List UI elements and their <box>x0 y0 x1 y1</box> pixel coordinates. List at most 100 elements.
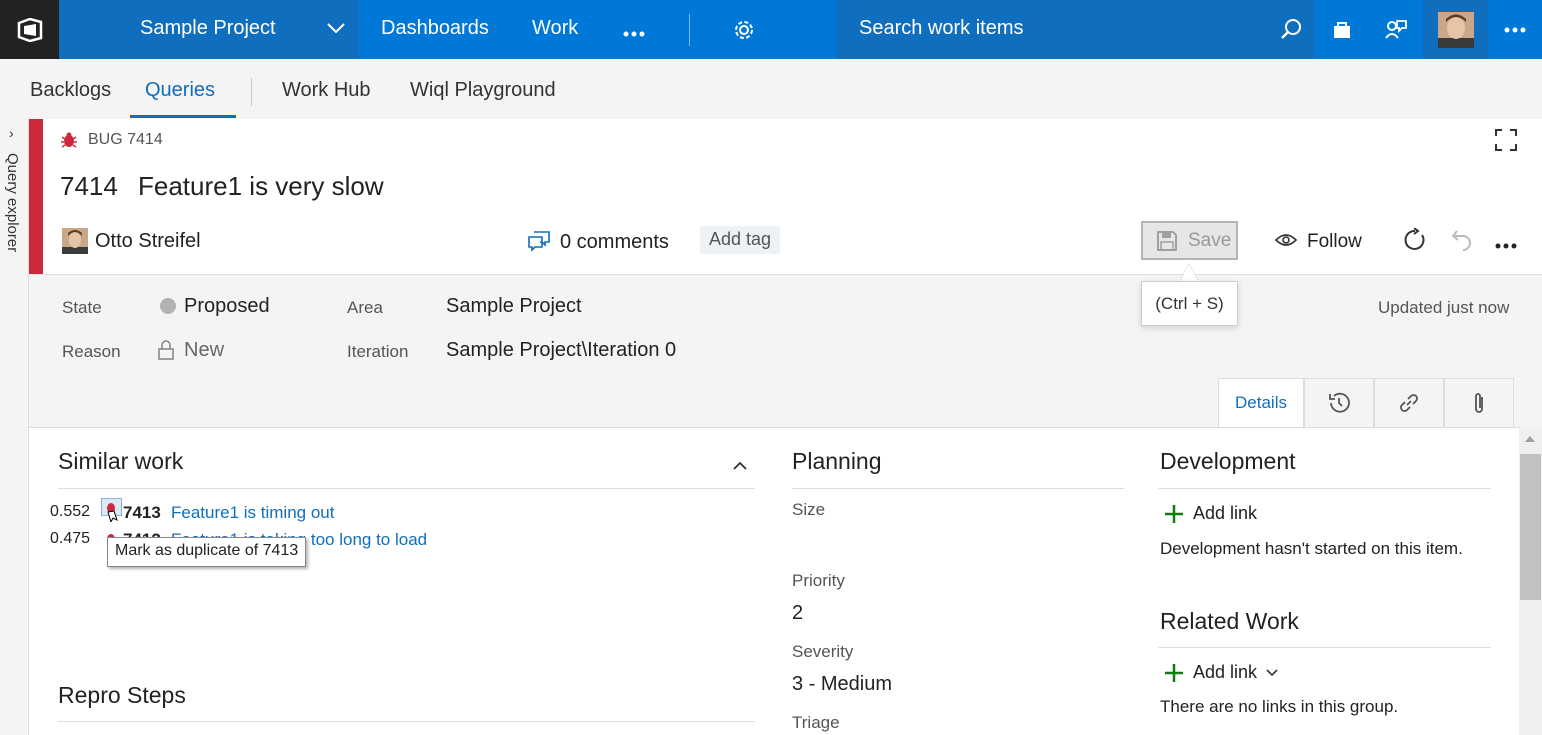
scroll-thumb[interactable] <box>1520 454 1541 600</box>
nav-work[interactable]: Work <box>532 17 578 40</box>
lock-icon <box>157 340 175 365</box>
user-avatar[interactable] <box>1423 0 1488 59</box>
duplicate-button-icon[interactable] <box>101 498 123 527</box>
area-label: Area <box>347 298 383 317</box>
more-actions-icon[interactable] <box>1495 236 1517 254</box>
link-icon <box>1400 394 1418 412</box>
undo-icon[interactable] <box>1451 228 1473 257</box>
vertical-scrollbar[interactable] <box>1519 427 1542 735</box>
save-button[interactable]: Save <box>1141 221 1238 260</box>
query-explorer-label[interactable]: Query explorer <box>4 153 21 252</box>
planning-rule <box>792 488 1124 489</box>
related-work-note: There are no links in this group. <box>1160 697 1399 716</box>
similar-work-rule <box>58 488 755 489</box>
tab-attachments[interactable] <box>1444 378 1514 427</box>
repro-steps-title: Repro Steps <box>58 682 186 708</box>
tab-details[interactable]: Details <box>1218 378 1304 427</box>
similarity-score: 0.475 <box>50 530 91 547</box>
development-rule <box>1158 488 1491 489</box>
size-label: Size <box>792 500 826 519</box>
gear-icon[interactable] <box>733 19 755 47</box>
size-field[interactable] <box>792 526 1124 558</box>
project-selector[interactable]: Sample Project <box>59 0 359 59</box>
iteration-field[interactable]: Sample Project\Iteration 0 <box>446 339 676 362</box>
feedback-icon[interactable] <box>1369 0 1423 59</box>
chevron-right-icon[interactable]: › <box>9 125 14 141</box>
collapse-chevron-icon[interactable] <box>733 458 747 476</box>
priority-field[interactable]: 2 <box>792 602 803 625</box>
add-related-link-button[interactable]: Add link <box>1164 662 1278 683</box>
comments-icon[interactable] <box>527 230 551 257</box>
tab-links[interactable] <box>1374 378 1444 427</box>
chevron-down-icon <box>1266 668 1278 676</box>
triage-label: Triage <box>792 713 840 732</box>
tab-history[interactable] <box>1304 378 1374 427</box>
save-tooltip-arrow <box>1180 264 1198 281</box>
nav-divider <box>689 14 690 46</box>
vsts-logo-icon[interactable] <box>0 0 59 59</box>
tab-queries[interactable]: Queries <box>145 79 215 102</box>
top-bar: Sample Project Dashboards Work Search wo… <box>0 0 1542 59</box>
related-work-rule <box>1158 647 1491 648</box>
sub-navigation: Backlogs Queries Work Hub Wiql Playgroun… <box>0 59 1542 119</box>
save-icon <box>1157 230 1177 251</box>
more-options-icon[interactable] <box>1488 0 1542 59</box>
priority-label: Priority <box>792 571 845 590</box>
state-field[interactable]: Proposed <box>184 295 270 318</box>
subnav-divider <box>251 78 252 106</box>
reason-field: New <box>184 339 225 361</box>
repro-steps-rule <box>58 721 755 722</box>
search-icon[interactable] <box>1280 18 1302 45</box>
active-tab-indicator <box>130 115 236 118</box>
work-item-type-stripe <box>29 119 43 274</box>
nav-dashboards[interactable]: Dashboards <box>381 17 489 40</box>
work-item-type-label: BUG 7414 <box>88 131 163 148</box>
severity-label: Severity <box>792 642 854 661</box>
severity-field[interactable]: 3 - Medium <box>792 673 892 696</box>
comments-count[interactable]: 0 comments <box>560 231 669 254</box>
similar-work-title: Similar work <box>58 448 184 474</box>
fullscreen-icon[interactable] <box>1494 128 1518 157</box>
chevron-down-icon <box>327 21 345 39</box>
state-label: State <box>62 298 102 317</box>
eye-icon[interactable] <box>1274 232 1298 253</box>
add-link-label: Add link <box>1193 503 1258 523</box>
area-field[interactable]: Sample Project <box>446 295 582 318</box>
development-title: Development <box>1160 448 1296 474</box>
plus-icon <box>1165 663 1183 682</box>
follow-button[interactable]: Follow <box>1307 231 1362 253</box>
duplicate-tooltip: Mark as duplicate of 7413 <box>107 537 307 567</box>
iteration-label: Iteration <box>347 342 409 361</box>
add-tag-button[interactable]: Add tag <box>700 226 781 254</box>
updated-status: Updated just now <box>1378 298 1510 317</box>
save-label: Save <box>1188 229 1232 251</box>
search-box[interactable]: Search work items <box>836 0 1315 59</box>
query-explorer-rail[interactable]: › Query explorer <box>0 119 29 735</box>
assigned-to[interactable]: Otto Streifel <box>95 230 201 253</box>
add-link-label: Add link <box>1193 662 1258 682</box>
refresh-icon[interactable] <box>1403 227 1427 257</box>
tab-backlogs[interactable]: Backlogs <box>30 79 111 102</box>
marketplace-icon[interactable] <box>1315 0 1369 59</box>
related-work-title: Related Work <box>1160 608 1299 634</box>
planning-title: Planning <box>792 448 882 474</box>
search-input[interactable]: Search work items <box>859 17 1024 40</box>
owner-avatar[interactable] <box>62 228 88 254</box>
work-item-id: 7414 <box>60 171 118 201</box>
similarity-score: 0.552 <box>50 503 91 520</box>
tab-details-label: Details <box>1235 393 1287 412</box>
similar-item-id: 7413 <box>123 503 161 522</box>
history-icon <box>1329 392 1350 413</box>
tab-work-hub[interactable]: Work Hub <box>282 79 371 102</box>
scroll-up-arrow-icon[interactable] <box>1525 436 1535 442</box>
similar-item-link[interactable]: Feature1 is timing out <box>171 503 334 523</box>
attachment-icon <box>1475 393 1483 413</box>
development-note: Development hasn't started on this item. <box>1160 539 1463 558</box>
work-item-title[interactable]: Feature1 is very slow <box>138 171 384 202</box>
save-shortcut-tooltip: (Ctrl + S) <box>1141 281 1238 326</box>
reason-label: Reason <box>62 342 121 361</box>
more-nav-icon[interactable] <box>623 20 645 43</box>
tab-wiql-playground[interactable]: Wiql Playground <box>410 79 556 102</box>
state-indicator <box>160 298 176 314</box>
add-development-link-button[interactable]: Add link <box>1164 503 1257 524</box>
